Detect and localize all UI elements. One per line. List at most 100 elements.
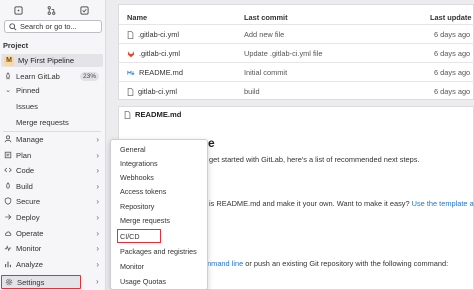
file-name-link[interactable]: .gitlab-ci.yml xyxy=(127,30,179,39)
merge-request-icon xyxy=(47,5,56,15)
template-link[interactable]: Use the template at the xyxy=(412,199,474,208)
issues-label: Issues xyxy=(16,101,38,111)
column-header-last-update: Last update xyxy=(430,13,472,22)
build-label: Build xyxy=(16,181,33,191)
planning-icon xyxy=(4,151,12,159)
users-icon xyxy=(4,135,12,143)
sidebar-item-settings[interactable]: Settings xyxy=(1,275,81,289)
todo-shortcut[interactable] xyxy=(70,3,99,17)
menu-item-webhooks[interactable]: Webhooks xyxy=(120,173,154,182)
pinned-section-toggle[interactable]: ⌄ Pinned xyxy=(1,83,103,97)
rocket-icon xyxy=(4,72,12,80)
search-icon xyxy=(9,22,17,31)
rocket-icon xyxy=(4,182,12,190)
sidebar-item-code[interactable]: Code › xyxy=(1,163,103,177)
readme-heading: e xyxy=(208,136,215,150)
deploy-label: Deploy xyxy=(16,212,40,222)
menu-item-monitor[interactable]: Monitor xyxy=(120,262,144,271)
file-name-link[interactable]: gitlab-ci.yml xyxy=(127,87,177,96)
file-table: Name Last commit Last update .gitlab-ci.… xyxy=(118,4,474,100)
project-name: My First Pipeline xyxy=(18,56,75,65)
chevron-right-icon: › xyxy=(96,165,99,175)
sidebar-item-learn-gitlab[interactable]: Learn GitLab 23% xyxy=(1,69,103,83)
sidebar-item-build[interactable]: Build › xyxy=(1,179,103,193)
readme-text: is README.md and make it your own. Want … xyxy=(209,199,412,208)
commit-message-link[interactable]: build xyxy=(244,87,260,96)
last-update: 6 days ago xyxy=(434,30,471,39)
table-row[interactable]: README.md Initial commit 6 days ago xyxy=(119,62,474,81)
sidebar-item-operate[interactable]: Operate › xyxy=(1,226,103,240)
cloud-icon xyxy=(4,229,12,237)
readme-filename[interactable]: README.md xyxy=(135,110,181,119)
menu-item-integrations[interactable]: Integrations xyxy=(120,159,158,168)
menu-item-merge-requests[interactable]: Merge requests xyxy=(120,216,170,225)
sidebar-top-actions xyxy=(4,3,99,17)
file-name-link[interactable]: README.md xyxy=(127,68,183,77)
file-icon xyxy=(127,87,134,96)
file-name: gitlab-ci.yml xyxy=(138,87,178,96)
column-header-last-commit: Last commit xyxy=(244,13,288,22)
settings-label: Settings xyxy=(17,277,45,287)
analyze-label: Analyze xyxy=(16,259,44,269)
menu-item-access-tokens[interactable]: Access tokens xyxy=(120,187,166,196)
file-icon xyxy=(124,110,131,119)
plan-label: Plan xyxy=(16,150,32,160)
commit-message-link[interactable]: Add new file xyxy=(244,30,284,39)
shield-icon xyxy=(4,197,12,205)
chevron-right-icon: › xyxy=(96,134,99,144)
sidebar-item-manage[interactable]: Manage › xyxy=(1,132,103,146)
issue-icon xyxy=(14,5,23,15)
chevron-right-icon: › xyxy=(96,228,99,238)
sidebar-item-merge-requests[interactable]: Merge requests xyxy=(16,115,69,129)
sidebar-item-analyze[interactable]: Analyze › xyxy=(1,257,103,271)
merge-requests-label: Merge requests xyxy=(16,117,69,127)
menu-item-cicd[interactable]: CI/CD xyxy=(120,232,140,241)
sidebar-item-issues[interactable]: Issues xyxy=(16,99,38,113)
menu-item-usage-quotas[interactable]: Usage Quotas xyxy=(120,277,166,286)
sidebar-item-secure[interactable]: Secure › xyxy=(1,194,103,208)
readme-paragraph: mmand line or push an existing Git repos… xyxy=(205,259,448,268)
chart-icon xyxy=(4,260,12,268)
file-name: README.md xyxy=(139,68,183,77)
learn-gitlab-label: Learn GitLab xyxy=(16,71,60,81)
sidebar: Search or go to... Project M My First Pi… xyxy=(0,0,106,290)
chevron-right-icon: › xyxy=(96,150,99,160)
chevron-right-icon: › xyxy=(96,259,99,269)
table-row[interactable]: gitlab-ci.yml build 6 days ago xyxy=(119,81,474,100)
markdown-icon xyxy=(127,70,135,75)
settings-flyout-menu: General Integrations Webhooks Access tok… xyxy=(110,139,208,290)
menu-item-general[interactable]: General xyxy=(120,145,146,154)
last-update: 6 days ago xyxy=(434,49,471,58)
readme-paragraph: get started with GitLab, here's a list o… xyxy=(209,155,420,164)
gear-icon xyxy=(5,278,13,286)
table-row[interactable]: .gitlab-ci.yml Add new file 6 days ago xyxy=(119,24,474,43)
manage-label: Manage xyxy=(16,134,44,144)
search-input[interactable]: Search or go to... xyxy=(4,20,102,33)
issues-shortcut[interactable] xyxy=(4,3,33,17)
gitlab-icon xyxy=(127,50,135,57)
chevron-right-icon: › xyxy=(96,196,99,206)
merge-requests-shortcut[interactable] xyxy=(37,3,66,17)
chevron-right-icon: › xyxy=(96,243,99,253)
monitor-icon xyxy=(4,244,12,252)
sidebar-item-monitor[interactable]: Monitor › xyxy=(1,241,103,255)
last-update: 6 days ago xyxy=(434,68,471,77)
readme-header: README.md xyxy=(118,106,474,123)
menu-item-repository[interactable]: Repository xyxy=(120,202,154,211)
avatar: M xyxy=(4,55,14,66)
menu-item-packages-registries[interactable]: Packages and registries xyxy=(120,247,197,256)
column-header-name: Name xyxy=(127,13,148,22)
deployments-icon xyxy=(4,213,12,221)
readme-text: or push an existing Git repository with … xyxy=(243,259,449,268)
file-name-link[interactable]: .gitlab-ci.yml xyxy=(127,49,180,58)
table-row[interactable]: .gitlab-ci.yml Update .gitlab-ci.yml fil… xyxy=(119,43,474,62)
sidebar-item-plan[interactable]: Plan › xyxy=(1,148,103,162)
chevron-right-icon: › xyxy=(96,181,99,191)
commit-message-link[interactable]: Update .gitlab-ci.yml file xyxy=(244,49,322,58)
commit-message-link[interactable]: Initial commit xyxy=(244,68,287,77)
code-label: Code xyxy=(16,165,35,175)
command-line-link[interactable]: mmand line xyxy=(205,259,243,268)
sidebar-item-deploy[interactable]: Deploy › xyxy=(1,210,103,224)
file-icon xyxy=(127,30,134,39)
project-link[interactable]: M My First Pipeline xyxy=(1,54,103,67)
